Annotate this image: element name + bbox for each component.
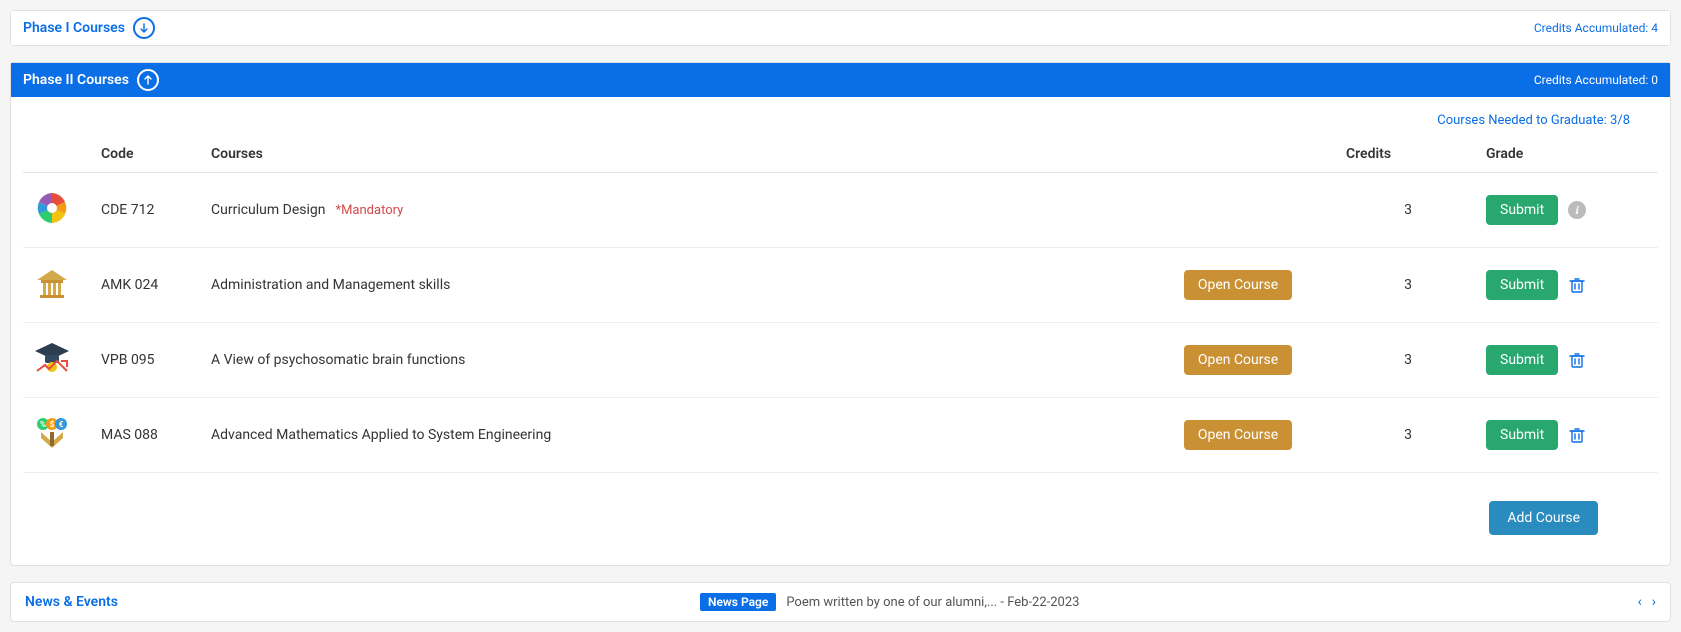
news-tag: News Page: [700, 593, 776, 611]
course-name-cell: Curriculum Design *Mandatory: [203, 173, 1138, 248]
phase2-credits: Credits Accumulated: 0: [1534, 73, 1658, 87]
graduation-icon: [31, 337, 73, 379]
course-name: A View of psychosomatic brain functions: [211, 352, 465, 368]
grade-cell: Submit: [1478, 398, 1658, 473]
news-nav: ‹ ›: [1638, 594, 1656, 610]
course-credits: 3: [1338, 323, 1478, 398]
course-code: AMK 024: [93, 248, 203, 323]
course-name: Advanced Mathematics Applied to System E…: [211, 427, 551, 443]
table-row: AMK 024 Administration and Management ski…: [23, 248, 1658, 323]
header-credits: Credits: [1338, 136, 1478, 173]
phase1-header[interactable]: Phase I Courses Credits Accumulated: 4: [11, 11, 1670, 45]
course-icon-cell: [23, 173, 93, 248]
course-code: CDE 712: [93, 173, 203, 248]
table-row: CDE 712Curriculum Design*Mandatory3Submi…: [23, 173, 1658, 248]
submit-button[interactable]: Submit: [1486, 345, 1558, 375]
course-icon-cell: [23, 248, 93, 323]
news-next-icon[interactable]: ›: [1652, 594, 1656, 610]
course-credits: 3: [1338, 173, 1478, 248]
course-name: Administration and Management skills: [211, 277, 450, 293]
trash-icon[interactable]: [1568, 426, 1586, 444]
open-course-cell: [1138, 173, 1338, 248]
phase1-title: Phase I Courses: [23, 20, 125, 36]
courses-needed-label: Courses Needed to Graduate: 3/8: [23, 97, 1658, 136]
open-course-button[interactable]: Open Course: [1184, 345, 1292, 375]
submit-button[interactable]: Submit: [1486, 270, 1558, 300]
course-name: Curriculum Design: [211, 202, 325, 218]
submit-button[interactable]: Submit: [1486, 195, 1558, 225]
course-code: VPB 095: [93, 323, 203, 398]
course-icon-cell: [23, 398, 93, 473]
add-course-button[interactable]: Add Course: [1489, 501, 1598, 535]
grade-cell: Submit: [1478, 248, 1658, 323]
news-panel: News & Events News Page Poem written by …: [10, 582, 1671, 622]
open-course-button[interactable]: Open Course: [1184, 420, 1292, 450]
header-courses: Courses: [203, 136, 1138, 173]
collapse-icon[interactable]: [137, 69, 159, 91]
table-row: MAS 088 Advanced Mathematics Applied to S…: [23, 398, 1658, 473]
open-course-button[interactable]: Open Course: [1184, 270, 1292, 300]
phase1-credits: Credits Accumulated: 4: [1534, 21, 1658, 35]
expand-icon[interactable]: [133, 17, 155, 39]
news-item[interactable]: News Page Poem written by one of our alu…: [142, 593, 1638, 611]
phase1-title-group: Phase I Courses: [23, 17, 155, 39]
course-credits: 3: [1338, 248, 1478, 323]
grade-cell: Submit: [1478, 323, 1658, 398]
course-credits: 3: [1338, 398, 1478, 473]
courses-table: Code Courses Credits Grade CDE 712Curric…: [23, 136, 1658, 473]
course-name-cell: Administration and Management skills: [203, 248, 1138, 323]
table-row: VPB 095 A View of psychosomatic brain fun…: [23, 323, 1658, 398]
course-code: MAS 088: [93, 398, 203, 473]
building-icon: [31, 262, 73, 304]
trash-icon[interactable]: [1568, 351, 1586, 369]
grade-cell: Submiti: [1478, 173, 1658, 248]
news-title: News & Events: [25, 594, 118, 610]
header-grade: Grade: [1478, 136, 1658, 173]
header-icon: [23, 136, 93, 173]
course-name-cell: A View of psychosomatic brain functions: [203, 323, 1138, 398]
header-code: Code: [93, 136, 203, 173]
info-icon[interactable]: i: [1568, 201, 1586, 219]
mandatory-tag: *Mandatory: [335, 203, 403, 218]
open-course-cell: Open Course: [1138, 323, 1338, 398]
course-icon-cell: [23, 323, 93, 398]
submit-button[interactable]: Submit: [1486, 420, 1558, 450]
trash-icon[interactable]: [1568, 276, 1586, 294]
phase2-title-group: Phase II Courses: [23, 69, 159, 91]
phase2-header[interactable]: Phase II Courses Credits Accumulated: 0: [11, 63, 1670, 97]
open-course-cell: Open Course: [1138, 248, 1338, 323]
course-name-cell: Advanced Mathematics Applied to System E…: [203, 398, 1138, 473]
math-icon: [31, 412, 73, 454]
design-icon: [31, 187, 73, 229]
phase2-body: Courses Needed to Graduate: 3/8 Code Cou…: [11, 97, 1670, 565]
phase1-panel: Phase I Courses Credits Accumulated: 4: [10, 10, 1671, 46]
phase2-panel: Phase II Courses Credits Accumulated: 0 …: [10, 62, 1671, 566]
news-text: Poem written by one of our alumni,... - …: [786, 595, 1079, 610]
phase2-title: Phase II Courses: [23, 72, 129, 88]
open-course-cell: Open Course: [1138, 398, 1338, 473]
news-prev-icon[interactable]: ‹: [1638, 594, 1642, 610]
header-open: [1138, 136, 1338, 173]
